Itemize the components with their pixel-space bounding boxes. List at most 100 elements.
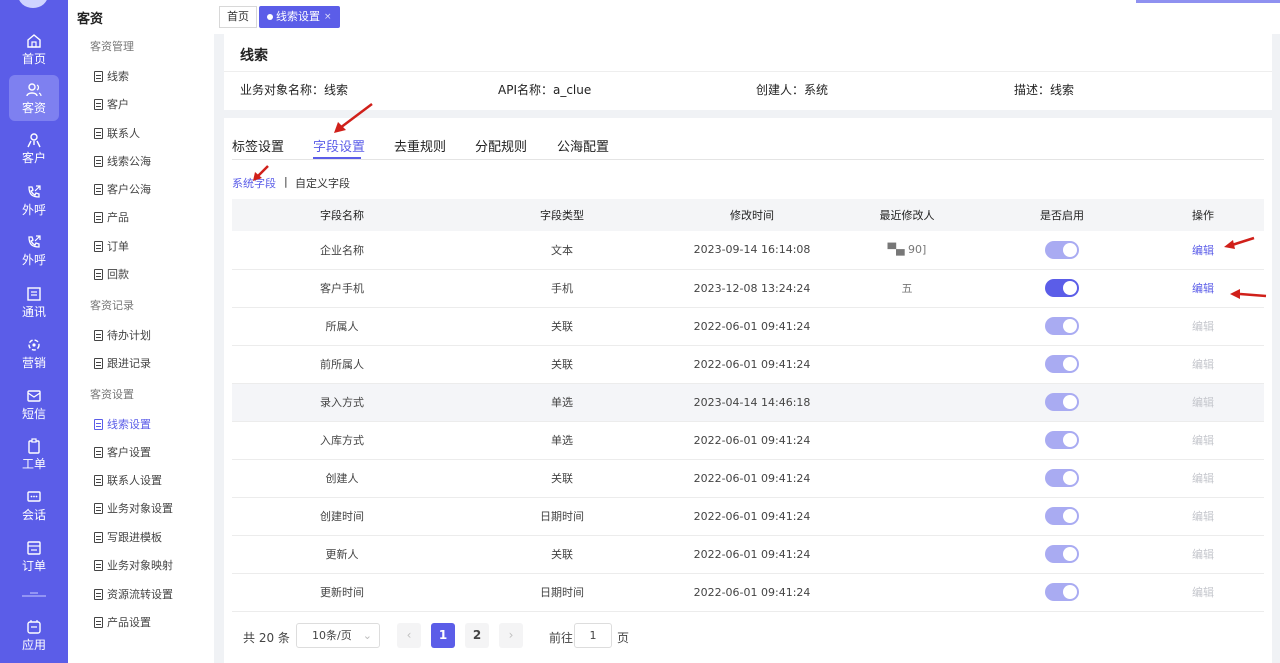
tab-assign-rules[interactable]: 分配规则: [475, 136, 527, 155]
cell-field-type: 手机: [452, 269, 672, 308]
cell-field-type-text: 单选: [551, 396, 573, 409]
sidebar-item[interactable]: 回款: [94, 266, 129, 282]
tab-home-label: 首页: [227, 10, 249, 23]
cell-modified-time: 2022-06-01 09:41:24: [672, 459, 832, 498]
tab-dedupe-rules[interactable]: 去重规则: [394, 136, 446, 155]
sidebar-group-label: 客资管理: [90, 40, 134, 53]
tab-pool-config[interactable]: 公海配置: [557, 136, 609, 155]
custom-fields-link[interactable]: 自定义字段: [295, 175, 350, 191]
sidebar-item[interactable]: 线索: [94, 68, 129, 84]
app-rail: 首页 客资客户外呼 外呼通讯营销短信工单会话订单应用: [0, 0, 68, 663]
edit-button[interactable]: 编辑: [1192, 282, 1214, 295]
rail-item-5[interactable]: 通讯: [9, 279, 59, 325]
cell-modified-time: 2023-04-14 14:46:18: [672, 383, 832, 422]
cell-field-type-text: 关联: [551, 548, 573, 561]
system-fields-link[interactable]: 系统字段: [232, 175, 276, 191]
sidebar-item-label: 联系人设置: [107, 474, 162, 487]
sidebar-item[interactable]: 联系人设置: [94, 472, 162, 488]
document-icon: [94, 616, 103, 628]
prev-page-button[interactable]: ‹: [397, 623, 421, 648]
rail-item-1[interactable]: 客资: [9, 75, 59, 121]
rail-item-0[interactable]: 首页: [9, 26, 59, 72]
sidebar-item-label: 客户公海: [107, 183, 151, 196]
sidebar-item[interactable]: 客户设置: [94, 444, 151, 460]
sidebar-item[interactable]: 线索设置: [94, 416, 151, 432]
sidebar-item[interactable]: 待办计划: [94, 327, 151, 343]
rail-item-7[interactable]: 短信: [9, 381, 59, 427]
cell-modified-time: 2022-06-01 09:41:24: [672, 307, 832, 346]
document-icon: [94, 155, 103, 167]
rail-item-11[interactable]: 应用: [9, 612, 59, 658]
document-icon: [94, 329, 103, 341]
edit-button: 编辑: [1192, 358, 1214, 371]
app-icon: [26, 619, 42, 635]
meta-api-name: API名称：a_clue: [498, 83, 592, 97]
cell-modified-time: 2022-06-01 09:41:24: [672, 573, 832, 612]
sidebar-item-label: 线索公海: [107, 155, 151, 168]
rail-item-4[interactable]: 外呼: [9, 227, 59, 273]
cell-field-name: 创建人: [232, 459, 452, 498]
sidebar-item-label: 客户: [107, 98, 129, 111]
document-icon: [94, 446, 103, 458]
sidebar-item[interactable]: 订单: [94, 238, 129, 254]
sidebar-item[interactable]: 产品: [94, 209, 129, 225]
cell-actions: 编辑: [1142, 345, 1264, 384]
sidebar-item-label: 写跟进模板: [107, 531, 162, 544]
document-icon: [94, 357, 103, 369]
sidebar-item[interactable]: 资源流转设置: [94, 586, 173, 602]
rail-item-label: 客户: [21, 150, 46, 165]
sidebar-item[interactable]: 客户公海: [94, 181, 151, 197]
sidebar-item[interactable]: 跟进记录: [94, 355, 151, 371]
close-tab-icon[interactable]: ×: [324, 7, 332, 27]
cell-enabled: [982, 459, 1142, 498]
cell-actions: 编辑: [1142, 231, 1264, 270]
rail-item-10[interactable]: 订单: [9, 533, 59, 579]
cell-modifier: [832, 459, 982, 498]
tab-clue-settings[interactable]: 线索设置 ×: [259, 6, 340, 28]
sidebar-item-label: 线索设置: [107, 418, 151, 431]
fields-table: 字段名称 字段类型 修改时间 最近修改人 是否启用 操作 企业名称 文本 2023-…: [232, 199, 1264, 612]
contacts-icon: [26, 286, 42, 302]
cell-field-type-text: 关联: [551, 358, 573, 371]
edit-button[interactable]: 编辑: [1192, 244, 1214, 257]
rail-item-8[interactable]: 工单: [9, 431, 59, 477]
sidebar-item[interactable]: 线索公海: [94, 153, 151, 169]
cell-field-name-text: 录入方式: [320, 396, 364, 409]
page-2-button[interactable]: 2: [465, 623, 489, 648]
cell-field-type: 日期时间: [452, 573, 672, 612]
page-size-value: 10条/页: [312, 629, 352, 642]
tab-field-settings[interactable]: 字段设置: [313, 136, 365, 155]
sidebar-item-label: 资源流转设置: [107, 588, 173, 601]
tab-home[interactable]: 首页: [219, 6, 257, 28]
cell-modified-time-text: 2022-06-01 09:41:24: [693, 319, 811, 333]
enabled-toggle[interactable]: [1045, 279, 1079, 297]
cell-modified-time-text: 2022-06-01 09:41:24: [693, 433, 811, 447]
tab-tag-settings[interactable]: 标签设置: [232, 136, 284, 155]
sidebar-item[interactable]: 写跟进模板: [94, 529, 162, 545]
cell-modified-time-text: 2022-06-01 09:41:24: [693, 357, 811, 371]
page-title: 线索: [240, 48, 268, 64]
cell-field-name: 客户手机: [232, 269, 452, 308]
enabled-toggle[interactable]: [1045, 240, 1079, 259]
page-1-button[interactable]: 1: [431, 623, 455, 648]
cell-modifier: [832, 573, 982, 612]
sidebar-item[interactable]: 业务对象映射: [94, 557, 173, 573]
rail-item-6[interactable]: 营销: [9, 330, 59, 376]
sidebar-item[interactable]: 客户: [94, 96, 129, 112]
sidebar-item[interactable]: 联系人: [94, 125, 140, 141]
document-icon: [94, 70, 103, 82]
rail-item-3[interactable]: 外呼: [9, 177, 59, 223]
rail-item-2[interactable]: 客户: [9, 125, 59, 171]
next-page-button[interactable]: ›: [499, 623, 523, 648]
sidebar-group-label: 客资记录: [90, 299, 134, 312]
sidebar-item[interactable]: 产品设置: [94, 614, 151, 630]
document-icon: [94, 474, 103, 486]
goto-page-input[interactable]: 1: [574, 623, 612, 648]
page-size-select[interactable]: 10条/页 ⌄: [296, 623, 380, 648]
cell-modifier: [832, 383, 982, 422]
cell-field-type-text: 日期时间: [540, 586, 584, 599]
collapse-handle-icon[interactable]: [20, 589, 48, 603]
rail-item-9[interactable]: 会话: [9, 482, 59, 528]
sidebar-item[interactable]: 业务对象设置: [94, 500, 173, 516]
rail-item-label: 工单: [21, 456, 46, 471]
